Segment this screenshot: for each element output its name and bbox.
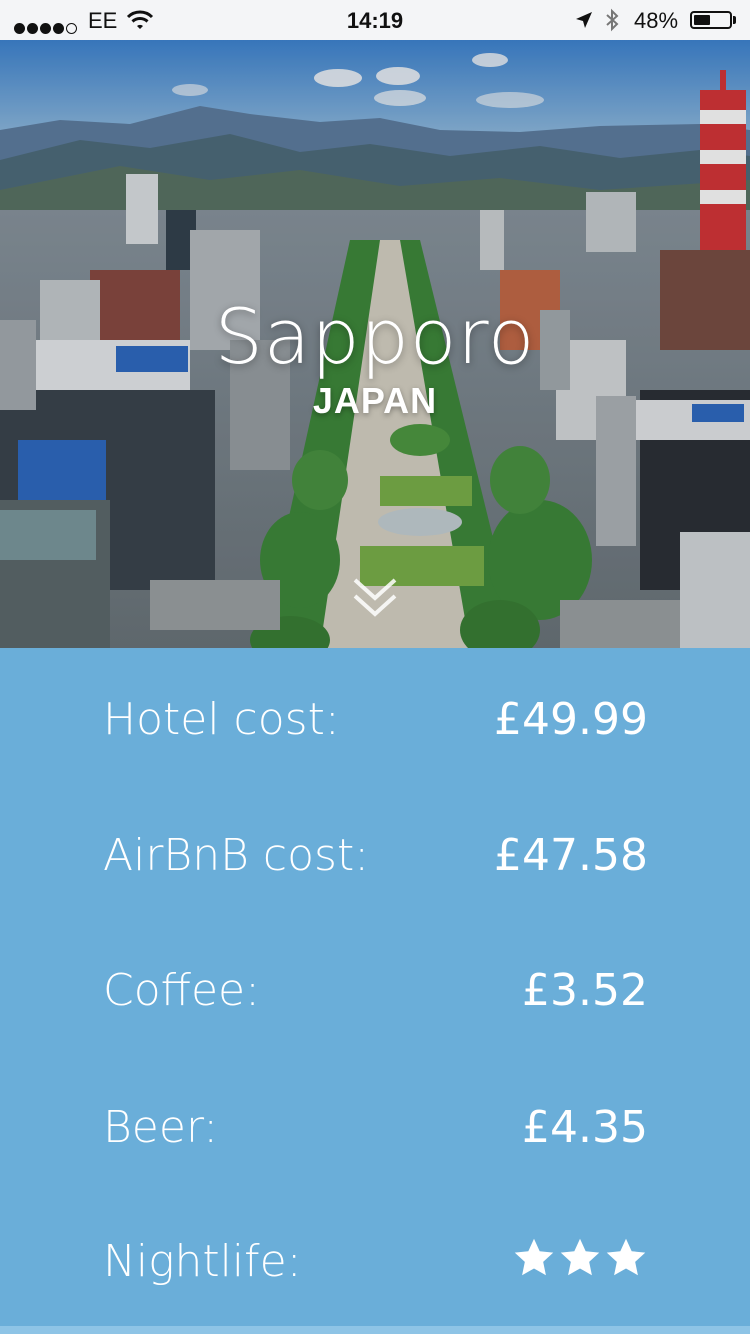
cost-row-beer: Beer: £4.35 (103, 1088, 648, 1168)
cost-value: £4.35 (522, 1102, 648, 1153)
cost-row-airbnb: AirBnB cost: £47.58 (103, 816, 648, 896)
nightlife-rating (510, 1236, 648, 1288)
city-hero-image: Sapporo JAPAN (0, 40, 750, 648)
cost-row-coffee: Coffee: £3.52 (103, 951, 648, 1031)
battery-icon (690, 11, 732, 29)
nightlife-row: Nightlife: (103, 1222, 648, 1302)
city-name: Sapporo (214, 292, 536, 381)
battery-percentage: 48% (634, 8, 679, 33)
location-arrow-icon (576, 12, 592, 28)
cost-label: AirBnB cost: (103, 830, 370, 881)
cost-value: £47.58 (494, 830, 648, 881)
star-icon (560, 1238, 600, 1276)
cost-value: £49.99 (494, 694, 648, 745)
cost-label: Coffee: (103, 965, 260, 1016)
nightlife-label: Nightlife: (103, 1236, 302, 1287)
star-icon (514, 1238, 554, 1276)
cost-list: Hotel cost: £49.99 AirBnB cost: £47.58 C… (0, 648, 750, 1328)
star-icon (606, 1238, 646, 1276)
bottom-strip (0, 1326, 750, 1334)
bluetooth-icon (606, 8, 619, 32)
cost-value: £3.52 (522, 965, 648, 1016)
cost-label: Hotel cost: (103, 694, 340, 745)
cost-label: Beer: (103, 1102, 219, 1153)
status-bar: EE 14:19 48% (0, 0, 750, 40)
double-chevron-down-icon[interactable] (351, 576, 399, 620)
cost-row-hotel: Hotel cost: £49.99 (103, 680, 648, 760)
battery-tip (733, 16, 736, 24)
country-name: JAPAN (312, 380, 438, 421)
